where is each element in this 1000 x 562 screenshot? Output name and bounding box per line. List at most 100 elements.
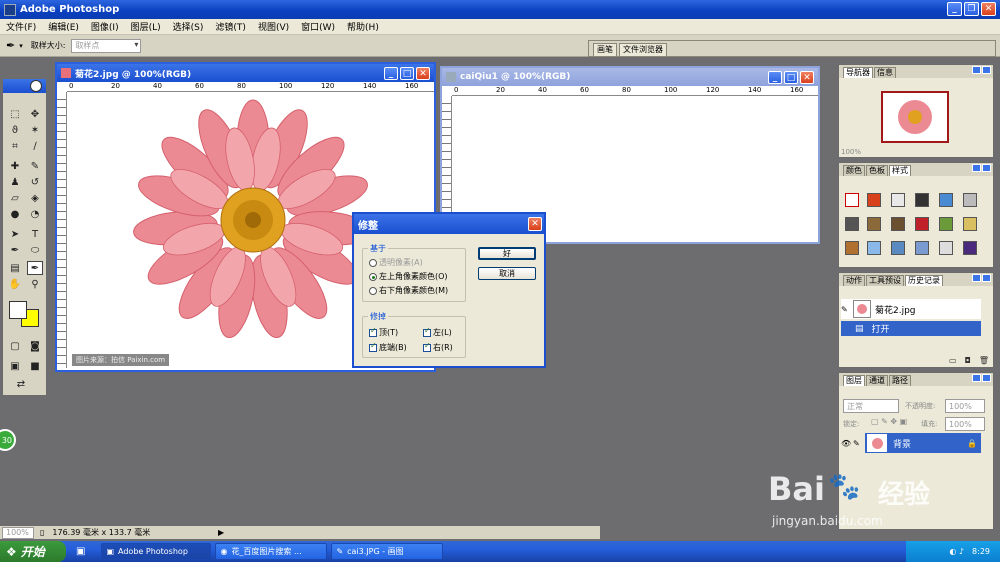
eye-icon[interactable]: 👁 — [841, 433, 853, 453]
bottom-right-color-option[interactable]: 右下角像素颜色(M) — [369, 285, 448, 296]
healing-brush-icon[interactable]: ✚ — [7, 159, 23, 173]
fullscreen-mode-icon[interactable]: ■ — [27, 359, 43, 373]
dialog-titlebar[interactable]: 修整 ✕ — [354, 214, 544, 234]
style-swatch[interactable] — [915, 217, 929, 231]
left-checkbox[interactable]: 左(L) — [423, 326, 452, 338]
style-swatch[interactable] — [867, 193, 881, 207]
taskbar-item-paint[interactable]: ✎ cai3.JPG - 画图 — [331, 543, 444, 560]
tab-paths[interactable]: 路径 — [889, 375, 911, 386]
panel-minimize-icon[interactable] — [972, 66, 981, 74]
menu-edit[interactable]: 编辑(E) — [42, 20, 85, 33]
crop-tool-icon[interactable]: ⌗ — [7, 139, 23, 153]
right-checkbox[interactable]: 右(R) — [423, 341, 453, 353]
navigator-zoom[interactable]: 100% — [841, 148, 861, 156]
menu-filter[interactable]: 滤镜(T) — [209, 20, 252, 33]
blend-mode-select[interactable]: 正常 — [843, 399, 899, 413]
doc-close-button[interactable]: ✕ — [416, 67, 430, 80]
style-swatch[interactable] — [939, 193, 953, 207]
panel-close-icon[interactable] — [982, 164, 991, 172]
panel-close-icon[interactable] — [982, 274, 991, 282]
style-swatch[interactable] — [963, 217, 977, 231]
history-snapshot[interactable]: ✎ 菊花2.jpg — [841, 299, 981, 319]
taskbar-item-browser[interactable]: ◉ 花_百度图片搜索 ... — [215, 543, 328, 560]
tool-preset-arrow-icon[interactable]: ▾ — [19, 42, 23, 50]
tab-layers[interactable]: 图层 — [843, 375, 865, 386]
style-swatch[interactable] — [915, 241, 929, 255]
doc2-close-button[interactable]: ✕ — [800, 71, 814, 84]
tab-swatches[interactable]: 色板 — [866, 165, 888, 176]
eyedropper-tool-icon[interactable]: ✒ — [27, 261, 43, 275]
tray-icons[interactable]: ◐ ♪ — [949, 547, 964, 556]
style-swatch[interactable] — [963, 241, 977, 255]
dialog-close-button[interactable]: ✕ — [528, 217, 542, 231]
hand-tool-icon[interactable]: ✋ — [7, 277, 23, 291]
doc2-minimize-button[interactable]: _ — [768, 71, 782, 84]
layer-row-background[interactable]: 👁 ✎ 背景 🔒 — [841, 433, 981, 453]
navigator-preview[interactable] — [881, 91, 949, 143]
zoom-tool-icon[interactable]: ⚲ — [27, 277, 43, 291]
tab-channels[interactable]: 通道 — [866, 375, 888, 386]
quick-mask-off-icon[interactable]: ▢ — [7, 339, 23, 353]
tab-navigator[interactable]: 导航器 — [843, 67, 873, 78]
notes-tool-icon[interactable]: ▤ — [7, 261, 23, 275]
marquee-tool-icon[interactable]: ⬚ — [7, 107, 23, 121]
tab-history[interactable]: 历史记录 — [905, 275, 943, 286]
brush-tool-icon[interactable]: ✎ — [27, 159, 43, 173]
panel-minimize-icon[interactable] — [972, 164, 981, 172]
doc-maximize-button[interactable]: □ — [400, 67, 414, 80]
top-checkbox[interactable]: 顶(T) — [369, 326, 398, 338]
style-swatch[interactable] — [891, 193, 905, 207]
menu-file[interactable]: 文件(F) — [0, 20, 42, 33]
cancel-button[interactable]: 取消 — [478, 267, 536, 280]
start-button[interactable]: ❖ 开始 — [0, 541, 66, 562]
doc2-maximize-button[interactable]: □ — [784, 71, 798, 84]
lock-icons[interactable]: ▢ ✎ ✥ ▣ — [871, 417, 907, 426]
blur-tool-icon[interactable]: ● — [7, 207, 23, 221]
style-swatch[interactable] — [891, 217, 905, 231]
trash-icon[interactable]: 🗑 — [979, 356, 989, 365]
menu-select[interactable]: 选择(S) — [167, 20, 210, 33]
menu-window[interactable]: 窗口(W) — [295, 20, 341, 33]
new-document-icon[interactable]: ▭ — [949, 356, 957, 365]
history-step-open[interactable]: ▤ 打开 — [841, 321, 981, 336]
screen-mode-icon[interactable]: ▣ — [7, 359, 23, 373]
transparent-pixels-option[interactable]: 透明像素(A) — [369, 257, 423, 268]
opacity-field[interactable]: 100% — [945, 399, 985, 413]
foreground-color-swatch[interactable] — [9, 301, 27, 319]
sample-size-select[interactable]: 取样点 ▾ — [71, 38, 142, 53]
style-swatch[interactable] — [939, 217, 953, 231]
well-tab-brushes[interactable]: 画笔 — [593, 43, 617, 56]
pen-tool-icon[interactable]: ✒ — [7, 243, 23, 257]
tab-info[interactable]: 信息 — [874, 67, 896, 78]
style-swatch[interactable] — [891, 241, 905, 255]
stamp-tool-icon[interactable]: ♟ — [7, 175, 23, 189]
style-swatch[interactable] — [867, 217, 881, 231]
menu-help[interactable]: 帮助(H) — [341, 20, 385, 33]
paint-bucket-icon[interactable]: ◈ — [27, 191, 43, 205]
green-badge[interactable]: 30 — [0, 429, 16, 451]
ok-button[interactable]: 好 — [478, 247, 536, 260]
menu-view[interactable]: 视图(V) — [252, 20, 295, 33]
minimize-button[interactable]: _ — [947, 2, 962, 16]
bottom-checkbox[interactable]: 底端(B) — [369, 341, 407, 353]
style-swatch[interactable] — [845, 193, 859, 207]
lasso-tool-icon[interactable]: ϑ — [7, 123, 23, 137]
slice-tool-icon[interactable]: ∕ — [27, 139, 43, 153]
eyedropper-icon[interactable]: ✒ — [6, 39, 15, 52]
close-button[interactable]: ✕ — [981, 2, 996, 16]
tab-styles[interactable]: 样式 — [889, 165, 911, 176]
quick-mask-on-icon[interactable]: ◙ — [27, 339, 43, 353]
jump-to-imageready-icon[interactable]: ⇄ — [13, 377, 29, 391]
doc-minimize-button[interactable]: _ — [384, 67, 398, 80]
fill-field[interactable]: 100% — [945, 417, 985, 431]
panel-close-icon[interactable] — [982, 374, 991, 382]
eraser-tool-icon[interactable]: ▱ — [7, 191, 23, 205]
panel-minimize-icon[interactable] — [972, 274, 981, 282]
quicklaunch-icon[interactable]: ▣ — [76, 546, 85, 557]
history-brush-icon[interactable]: ↺ — [27, 175, 43, 189]
document-titlebar[interactable]: 菊花2.jpg @ 100%(RGB) _ □ ✕ — [57, 64, 434, 82]
style-swatch[interactable] — [867, 241, 881, 255]
status-arrow-icon[interactable]: ▶ — [218, 528, 224, 537]
top-left-color-option[interactable]: 左上角像素颜色(O) — [369, 271, 448, 282]
move-tool-icon[interactable]: ✥ — [27, 107, 43, 121]
